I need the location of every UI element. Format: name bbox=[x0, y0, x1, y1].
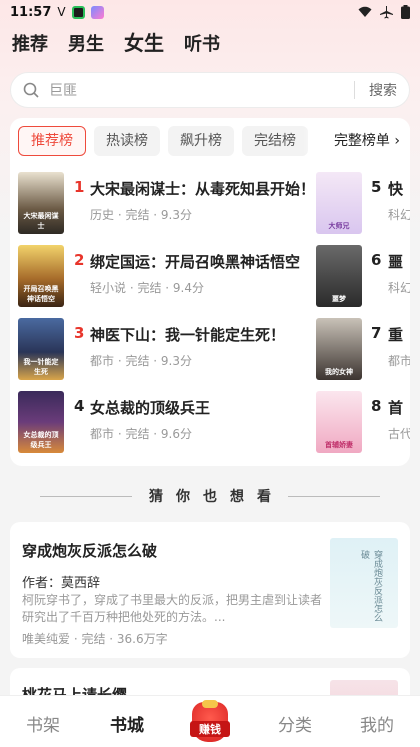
book-meta: 科幻 bbox=[388, 281, 410, 295]
search-bar[interactable]: 巨匪 搜索 bbox=[10, 72, 410, 108]
guess-header-text: 猜你也想看 bbox=[149, 489, 284, 505]
book-cover: 我的女神 bbox=[316, 318, 362, 380]
search-placeholder[interactable]: 巨匪 bbox=[49, 80, 354, 100]
rank-number: 7 bbox=[371, 324, 382, 342]
rank-tab-recommend[interactable]: 推荐榜 bbox=[18, 126, 86, 156]
book-meta: 都市 · 完结 · 9.6分 bbox=[90, 427, 192, 441]
airplane-icon bbox=[380, 5, 393, 18]
book-cover: 我一针能定生死 bbox=[18, 318, 64, 380]
book-cover: 大师兄 bbox=[316, 172, 362, 234]
book-title: 噩 bbox=[388, 253, 404, 271]
rank-number: 8 bbox=[371, 397, 382, 415]
header-line-left bbox=[40, 495, 132, 497]
cover-text: 大师兄 bbox=[328, 222, 350, 230]
status-right-icons bbox=[358, 5, 410, 19]
cover-text: 女总裁的顶级兵王 bbox=[23, 431, 59, 449]
rank-number: 3 bbox=[74, 324, 85, 342]
cover-text: 首辅娇妻 bbox=[325, 441, 353, 449]
book-cover: 噩梦 bbox=[316, 245, 362, 307]
book-title: 首 bbox=[388, 399, 404, 417]
status-bar: 11:57 V bbox=[0, 0, 420, 24]
book-title: 穿成炮灰反派怎么破 bbox=[22, 542, 158, 560]
rank-book-item[interactable]: 我的女神 7 重 都市 bbox=[316, 318, 410, 380]
top-category-tabs: 推荐 男生 女生 听书 bbox=[12, 30, 220, 56]
book-cover: 大宋最闲谋士 bbox=[18, 172, 64, 234]
book-cover: 穿成炮灰反派怎么破 bbox=[330, 538, 398, 628]
book-cover: 首辅娇妻 bbox=[316, 391, 362, 453]
book-description: 柯阮穿书了，穿成了书里最大的反派，把男主虐到让读者研究出了千百万种把他处死的方法… bbox=[22, 593, 323, 624]
rank-number: 5 bbox=[371, 178, 382, 196]
book-cover: 开局召唤黑神话悟空 bbox=[18, 245, 64, 307]
book-meta: 唯美纯爱 · 完结 · 36.6万字 bbox=[22, 632, 168, 646]
status-time: 11:57 bbox=[10, 4, 52, 20]
book-meta: 轻小说 · 完结 · 9.4分 bbox=[90, 281, 204, 295]
app-notification-icon bbox=[71, 5, 85, 19]
wifi-icon bbox=[358, 6, 372, 17]
book-cover: 女总裁的顶级兵王 bbox=[18, 391, 64, 453]
full-ranking-link[interactable]: 完整榜单 › bbox=[317, 126, 410, 156]
search-button[interactable]: 搜索 bbox=[369, 80, 397, 100]
rank-tab-finished[interactable]: 完结榜 bbox=[242, 126, 308, 156]
nav-category[interactable]: 分类 bbox=[278, 711, 312, 736]
search-icon bbox=[23, 82, 39, 98]
guess-you-like-header: 猜你也想看 bbox=[0, 486, 420, 506]
rank-tab-rising[interactable]: 飙升榜 bbox=[168, 126, 234, 156]
rank-book-item[interactable]: 女总裁的顶级兵王 4 女总裁的顶级兵王 都市 · 完结 · 9.6分 bbox=[18, 391, 318, 453]
recommended-book-card[interactable]: 穿成炮灰反派怎么破 作者：莫西辞 柯阮穿书了，穿成了书里最大的反派，把男主虐到让… bbox=[10, 522, 410, 658]
ranking-tabs: 推荐榜 热读榜 飙升榜 完结榜 bbox=[18, 126, 308, 156]
rank-number: 6 bbox=[371, 251, 382, 269]
nav-bookshelf[interactable]: 书架 bbox=[26, 711, 60, 736]
rank-book-item[interactable]: 首辅娇妻 8 首 古代 bbox=[316, 391, 410, 453]
cover-text: 我一针能定生死 bbox=[23, 358, 59, 376]
tab-male[interactable]: 男生 bbox=[68, 30, 104, 56]
book-meta: 古代 bbox=[388, 427, 410, 441]
book-meta: 科幻 bbox=[388, 208, 410, 222]
book-meta: 历史 · 完结 · 9.3分 bbox=[90, 208, 192, 222]
bottom-navigation: 书架 书城 赚钱 分类 我的 bbox=[0, 695, 420, 747]
book-title: 大宋最闲谋士：从毒死知县开始！ bbox=[90, 180, 316, 198]
book-title: 重 bbox=[388, 326, 404, 344]
search-divider bbox=[354, 81, 355, 99]
ranking-card: 推荐榜 热读榜 飙升榜 完结榜 完整榜单 › 大宋最闲谋士 1 大宋最闲谋士：从… bbox=[10, 118, 410, 466]
earn-money-button[interactable]: 赚钱 bbox=[190, 700, 230, 744]
rank-tab-hot[interactable]: 热读榜 bbox=[94, 126, 160, 156]
app-notification-icon-2 bbox=[90, 5, 104, 19]
book-title: 快 bbox=[388, 180, 404, 198]
book-meta: 都市 · 完结 · 9.3分 bbox=[90, 354, 192, 368]
nav-mine[interactable]: 我的 bbox=[360, 711, 394, 736]
rank-number: 2 bbox=[74, 251, 85, 269]
book-title: 神医下山：我一针能定生死！ bbox=[90, 326, 286, 344]
cover-text: 开局召唤黑神话悟空 bbox=[23, 285, 59, 303]
tab-audiobook[interactable]: 听书 bbox=[184, 30, 220, 56]
rank-book-item[interactable]: 我一针能定生死 3 神医下山：我一针能定生死！ 都市 · 完结 · 9.3分 bbox=[18, 318, 318, 380]
cover-text: 穿成炮灰反派怎么破 bbox=[359, 550, 382, 622]
battery-icon bbox=[401, 5, 410, 19]
cover-text: 噩梦 bbox=[332, 295, 346, 303]
rank-number: 4 bbox=[74, 397, 85, 415]
carrier-icon: V bbox=[57, 5, 66, 19]
header-line-right bbox=[288, 495, 380, 497]
tab-female[interactable]: 女生 bbox=[124, 27, 164, 56]
nav-bookstore[interactable]: 书城 bbox=[110, 711, 144, 736]
cover-text: 大宋最闲谋士 bbox=[23, 212, 59, 230]
rank-book-item[interactable]: 大宋最闲谋士 1 大宋最闲谋士：从毒死知县开始！ 历史 · 完结 · 9.3分 bbox=[18, 172, 318, 234]
book-meta: 都市 bbox=[388, 354, 410, 368]
rank-book-item[interactable]: 开局召唤黑神话悟空 2 绑定国运：开局召唤黑神话悟空 轻小说 · 完结 · 9.… bbox=[18, 245, 318, 307]
book-title: 绑定国运：开局召唤黑神话悟空 bbox=[90, 253, 301, 271]
book-author: 作者：莫西辞 bbox=[22, 576, 101, 591]
cover-text: 我的女神 bbox=[325, 368, 353, 376]
rank-book-item[interactable]: 噩梦 6 噩 科幻 bbox=[316, 245, 410, 307]
money-bag-knot bbox=[202, 700, 218, 708]
earn-label: 赚钱 bbox=[190, 721, 230, 737]
rank-number: 1 bbox=[74, 178, 85, 196]
rank-book-item[interactable]: 大师兄 5 快 科幻 bbox=[316, 172, 410, 234]
tab-recommend[interactable]: 推荐 bbox=[12, 30, 48, 56]
book-title: 女总裁的顶级兵王 bbox=[90, 399, 211, 417]
